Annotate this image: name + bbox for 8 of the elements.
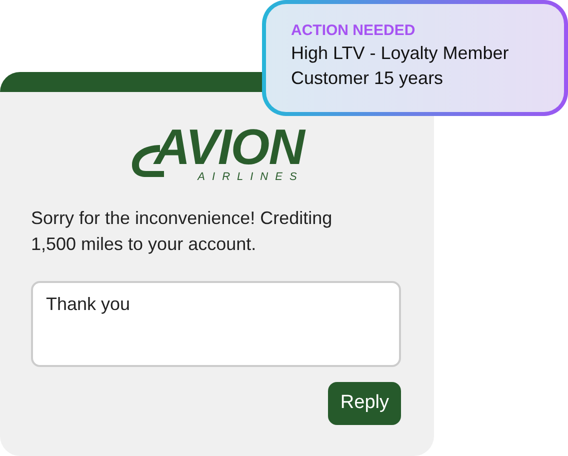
reply-field[interactable]: Thank you (31, 281, 401, 367)
logo-tagline: AIRLINES (198, 172, 304, 183)
logo-wordmark: AVION (154, 122, 304, 172)
alert-text: Customer 15 years (291, 67, 444, 90)
reply-button[interactable]: Reply (328, 382, 401, 424)
alert-label: ACTION NEEDED (291, 21, 416, 41)
alert-text: High LTV - Loyalty Member (291, 42, 510, 65)
message-text: Sorry for the inconvenience! Crediting 1,500 miles to your account. (31, 207, 334, 256)
